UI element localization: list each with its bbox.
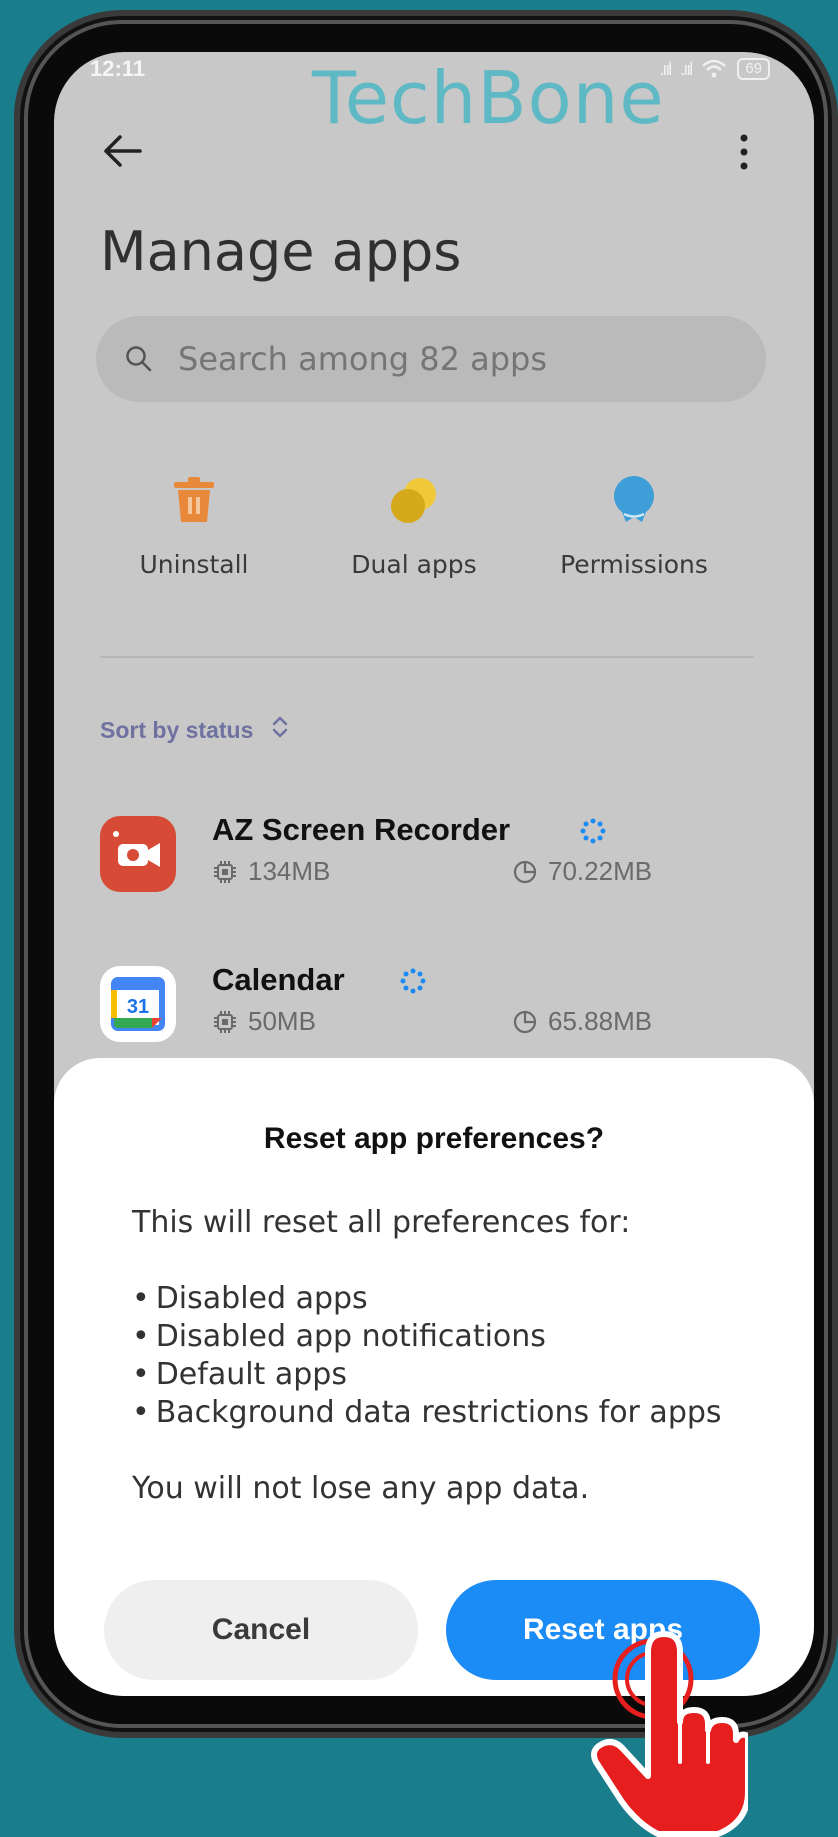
storage-pie-icon bbox=[513, 1010, 537, 1033]
status-time: 12:11 bbox=[90, 56, 146, 81]
dual-apps-icon bbox=[391, 478, 436, 523]
storage-pie-icon bbox=[513, 860, 537, 883]
trash-icon bbox=[174, 477, 214, 522]
more-options-icon[interactable] bbox=[732, 130, 756, 174]
app-row-az-screen-recorder[interactable]: AZ Screen Recorder 134MB 70.22MB bbox=[94, 808, 774, 908]
app-size: 50MB bbox=[212, 1006, 316, 1037]
app-name: AZ Screen Recorder bbox=[212, 812, 511, 847]
list-item: Disabled app notifications bbox=[132, 1318, 752, 1356]
calendar-icon-day: 31 bbox=[127, 996, 149, 1018]
dialog-intro: This will reset all preferences for: bbox=[132, 1205, 631, 1240]
battery-icon: 69 bbox=[737, 58, 770, 80]
divider bbox=[100, 656, 754, 658]
dual-apps-label: Dual apps bbox=[351, 550, 477, 579]
search-input[interactable] bbox=[178, 340, 738, 378]
loading-spinner-icon bbox=[580, 818, 606, 844]
permissions-icon bbox=[614, 476, 654, 522]
sort-chevron-icon bbox=[272, 716, 288, 744]
sort-selector[interactable]: Sort by status bbox=[100, 716, 288, 744]
permissions-action[interactable]: Permissions bbox=[524, 472, 744, 579]
calendar-app-icon: 31 bbox=[100, 966, 176, 1042]
quick-actions: Uninstall Dual apps Permissions bbox=[84, 472, 784, 592]
chip-icon bbox=[214, 860, 236, 883]
watermark-logo: TechBone bbox=[312, 56, 665, 140]
back-arrow-icon[interactable] bbox=[98, 126, 148, 176]
list-item: Disabled apps bbox=[132, 1280, 752, 1318]
chip-icon bbox=[214, 1010, 236, 1033]
loading-spinner-icon bbox=[400, 968, 426, 994]
app-size-value: 134MB bbox=[248, 856, 331, 886]
app-storage: 70.22MB bbox=[512, 856, 652, 887]
reset-preferences-dialog: Reset app preferences? This will reset a… bbox=[54, 1058, 814, 1696]
uninstall-action[interactable]: Uninstall bbox=[84, 472, 304, 579]
az-recorder-app-icon bbox=[100, 816, 176, 892]
app-row-calendar[interactable]: 31 Calendar 50MB 65.88MB bbox=[94, 958, 774, 1058]
app-storage-value: 65.88MB bbox=[548, 1006, 653, 1036]
dialog-body: This will reset all preferences for: Dis… bbox=[132, 1204, 752, 1508]
phone-screen: 12:11 .ııl .ııl 69 TechBone Manage apps bbox=[54, 52, 814, 1696]
signal-icon-2: .ııl bbox=[680, 58, 693, 79]
pointing-hand-icon bbox=[591, 1631, 748, 1837]
wifi-icon bbox=[702, 59, 727, 78]
dialog-outro: You will not lose any app data. bbox=[132, 1471, 590, 1506]
status-icons: .ııl .ııl 69 bbox=[659, 58, 770, 80]
sort-label: Sort by status bbox=[100, 717, 254, 743]
list-item: Background data restrictions for apps bbox=[132, 1394, 752, 1432]
app-storage-value: 70.22MB bbox=[548, 856, 653, 886]
cancel-button[interactable]: Cancel bbox=[104, 1580, 418, 1680]
uninstall-label: Uninstall bbox=[139, 550, 249, 579]
dual-apps-action[interactable]: Dual apps bbox=[304, 472, 524, 579]
search-box[interactable] bbox=[96, 316, 766, 402]
dialog-title: Reset app preferences? bbox=[263, 1122, 605, 1155]
app-size-value: 50MB bbox=[248, 1006, 316, 1036]
permissions-label: Permissions bbox=[560, 550, 708, 579]
page-title: Manage apps bbox=[100, 220, 462, 283]
dialog-reset-list: Disabled apps Disabled app notifications… bbox=[132, 1280, 752, 1432]
app-storage: 65.88MB bbox=[512, 1006, 652, 1037]
search-icon bbox=[126, 346, 152, 372]
app-name: Calendar bbox=[212, 962, 345, 997]
list-item: Default apps bbox=[132, 1356, 752, 1394]
app-size: 134MB bbox=[212, 856, 330, 887]
